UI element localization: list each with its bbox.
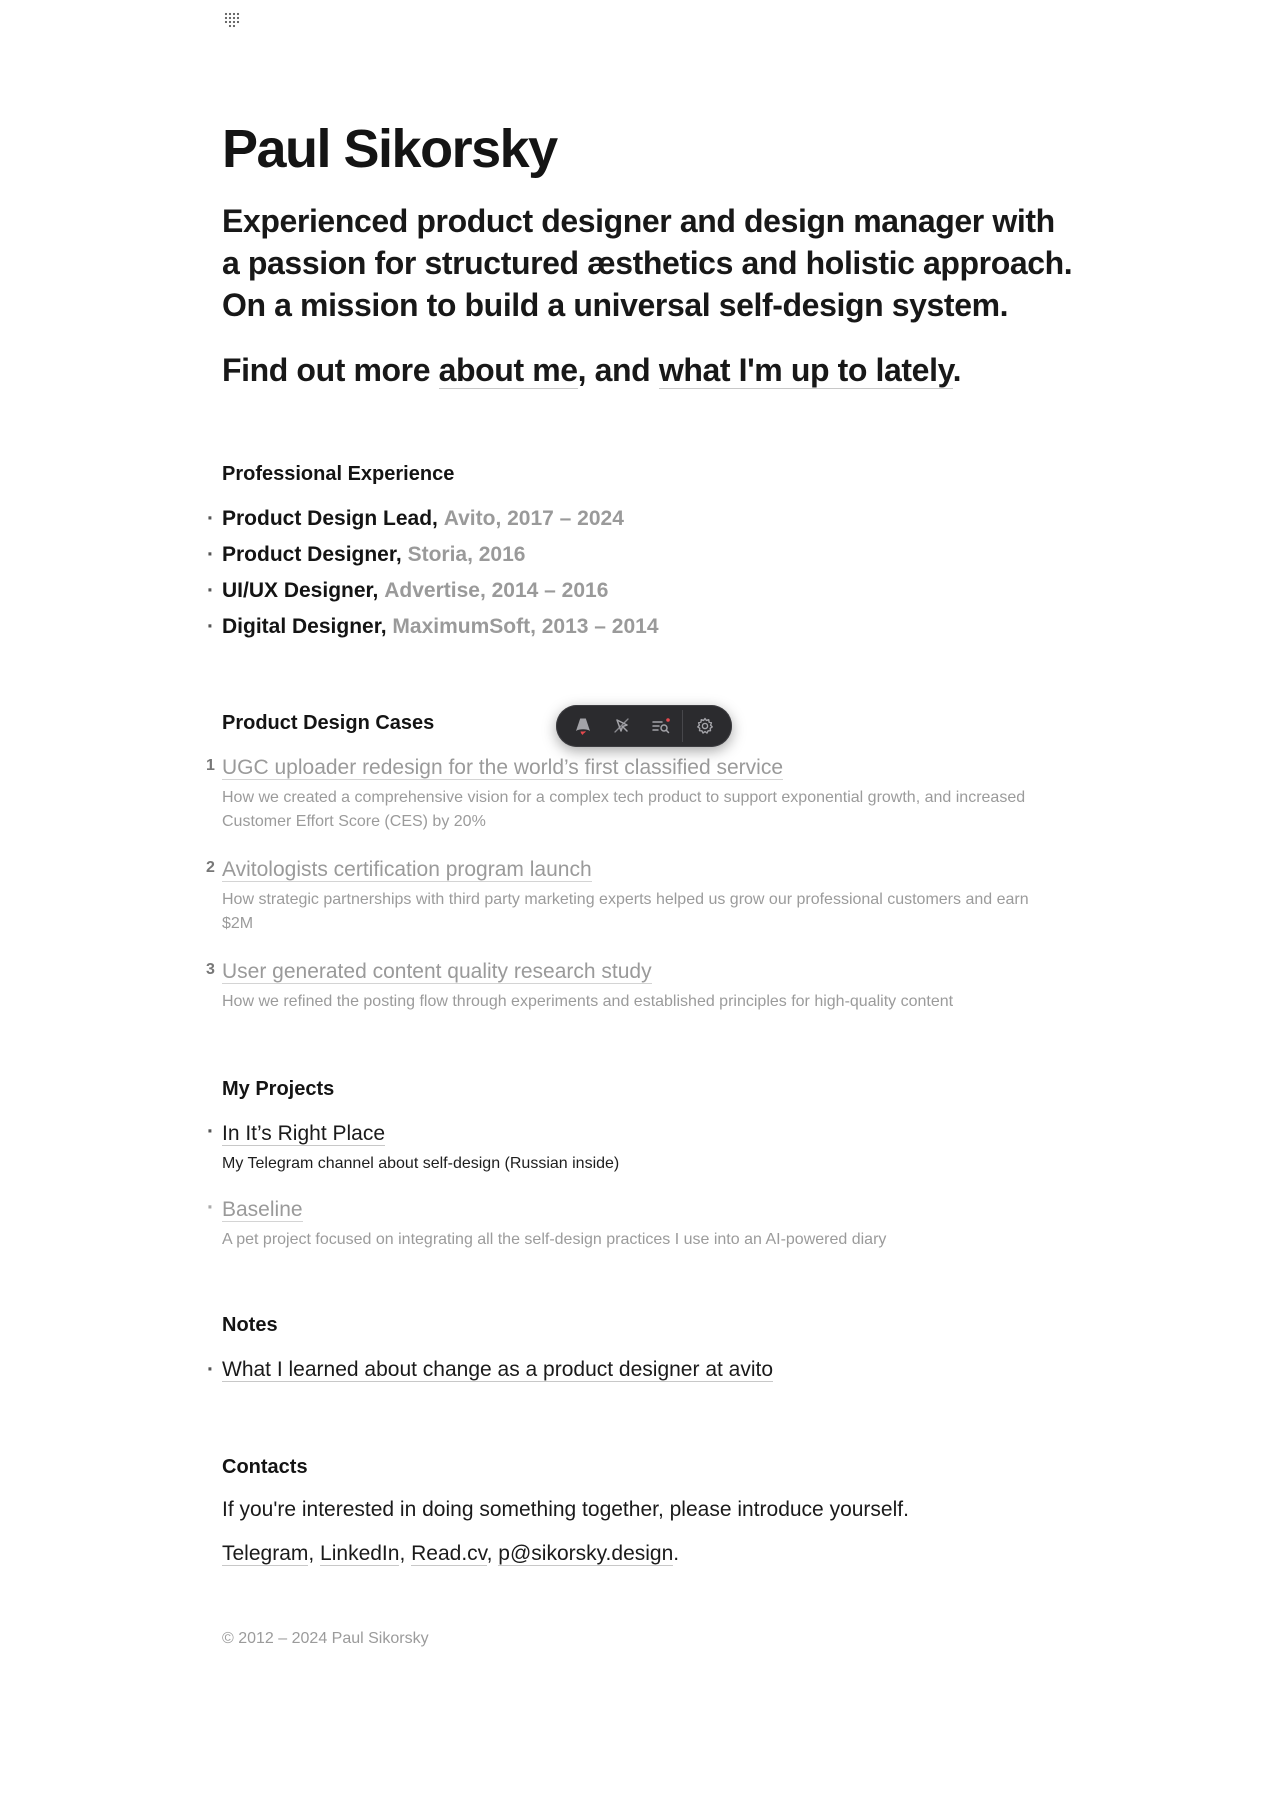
experience-meta: MaximumSoft, 2013 – 2014: [392, 615, 659, 638]
project-description: My Telegram channel about self-design (R…: [222, 1155, 620, 1172]
separator: ,: [399, 1542, 412, 1565]
site-logo-icon[interactable]: [222, 10, 242, 30]
bullet: ·: [207, 1358, 214, 1381]
astro-logo-icon[interactable]: [564, 710, 603, 742]
toolbar-divider: [682, 710, 684, 742]
experience-meta: Avito, 2017 – 2024: [443, 507, 624, 530]
about-me-link[interactable]: about me: [438, 352, 578, 389]
bullet: ·: [207, 507, 214, 530]
tagline-line: a passion for structured æsthetics and h…: [222, 245, 1073, 281]
bullet: ·: [207, 579, 214, 602]
experience-role: Product Design Lead,: [222, 507, 438, 530]
list-item: · What I learned about change as a produ…: [207, 1356, 774, 1384]
case-number: 3: [206, 961, 215, 978]
case-link[interactable]: UGC uploader redesign for the world’s fi…: [222, 756, 784, 780]
separator: ,: [486, 1542, 499, 1565]
list-item: · Product Designer, Storia, 2016: [207, 541, 659, 577]
find-out-more: Find out more about me, and what I'm up …: [222, 352, 961, 389]
list-item: · Digital Designer, MaximumSoft, 2013 – …: [207, 613, 659, 649]
experience-meta: Advertise, 2014 – 2016: [384, 579, 609, 602]
bullet: ·: [207, 1196, 214, 1219]
contact-links: Telegram, LinkedIn, Read.cv, p@sikorsky.…: [222, 1542, 679, 1566]
experience-role: Product Designer,: [222, 543, 402, 566]
cases-list: 1 UGC uploader redesign for the world’s …: [206, 754, 1042, 1036]
case-description: How strategic partnerships with third pa…: [222, 891, 1029, 932]
notes-list: · What I learned about change as a produ…: [207, 1356, 774, 1384]
separator: ,: [308, 1542, 321, 1565]
list-item: · Baseline A pet project focused on inte…: [207, 1196, 887, 1252]
projects-section-title: My Projects: [222, 1078, 335, 1100]
experience-list: · Product Design Lead, Avito, 2017 – 202…: [207, 505, 659, 649]
project-description: A pet project focused on integrating all…: [222, 1231, 887, 1248]
cases-section-title: Product Design Cases: [222, 712, 435, 734]
telegram-link[interactable]: Telegram: [222, 1542, 309, 1566]
projects-list: · In It’s Right Place My Telegram channe…: [207, 1120, 887, 1272]
bullet: ·: [207, 615, 214, 638]
case-description: How we created a comprehensive vision fo…: [222, 789, 1026, 830]
experience-role: UI/UX Designer,: [222, 579, 379, 602]
case-link[interactable]: Avitologists certification program launc…: [222, 858, 592, 882]
experience-meta: Storia, 2016: [407, 543, 526, 566]
tagline-line: Experienced product designer and design …: [222, 203, 1055, 239]
lately-link[interactable]: what I'm up to lately: [658, 352, 953, 389]
list-item: 3 User generated content quality researc…: [206, 958, 1042, 1014]
contacts-section-title: Contacts: [222, 1456, 308, 1478]
find-more-suffix: .: [952, 352, 962, 388]
case-link[interactable]: User generated content quality research …: [222, 960, 652, 984]
tagline-line: On a mission to build a universal self-d…: [222, 287, 1009, 323]
experience-role: Digital Designer,: [222, 615, 387, 638]
gear-icon[interactable]: [685, 710, 724, 742]
bullet: ·: [207, 1120, 214, 1143]
note-link[interactable]: What I learned about change as a product…: [222, 1358, 774, 1382]
list-item: · UI/UX Designer, Advertise, 2014 – 2016: [207, 577, 659, 613]
cursor-inspect-icon[interactable]: [603, 710, 642, 742]
experience-section-title: Professional Experience: [222, 463, 455, 485]
contacts-end: .: [673, 1542, 680, 1565]
project-link[interactable]: Baseline: [222, 1198, 303, 1222]
email-link[interactable]: p@sikorsky.design: [498, 1542, 674, 1566]
case-number: 2: [206, 859, 215, 876]
case-description: How we refined the posting flow through …: [222, 993, 954, 1010]
find-more-prefix: Find out more: [222, 352, 439, 388]
list-item: 1 UGC uploader redesign for the world’s …: [206, 754, 1042, 834]
notes-section-title: Notes: [222, 1314, 278, 1336]
contacts-intro: If you're interested in doing something …: [222, 1498, 909, 1521]
list-item: · In It’s Right Place My Telegram channe…: [207, 1120, 886, 1176]
find-more-middle: , and: [577, 352, 659, 388]
page-title: Paul Sikorsky: [222, 119, 558, 179]
tagline: Experienced product designer and design …: [222, 200, 1082, 326]
readcv-link[interactable]: Read.cv: [411, 1542, 487, 1566]
dev-toolbar: [556, 705, 732, 747]
copyright: © 2012 – 2024 Paul Sikorsky: [222, 1630, 429, 1647]
list-item: · Product Design Lead, Avito, 2017 – 202…: [207, 505, 659, 541]
linkedin-link[interactable]: LinkedIn: [320, 1542, 400, 1566]
case-number: 1: [206, 757, 215, 774]
project-link[interactable]: In It’s Right Place: [222, 1122, 386, 1146]
audit-list-icon[interactable]: [642, 710, 681, 742]
list-item: 2 Avitologists certification program lau…: [206, 856, 1042, 936]
bullet: ·: [207, 543, 214, 566]
